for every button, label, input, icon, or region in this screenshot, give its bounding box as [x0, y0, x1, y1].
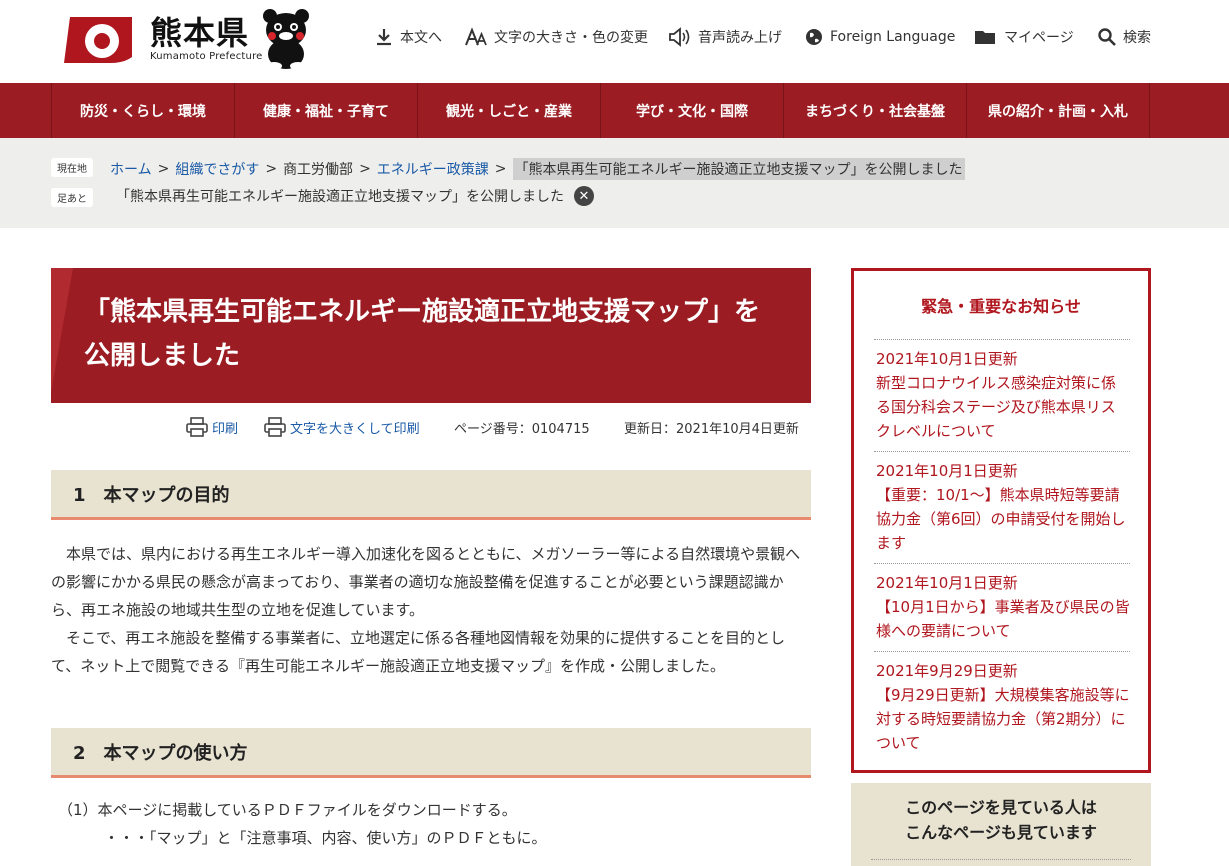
close-icon[interactable]: ✕: [574, 186, 594, 206]
read-aloud-label: 音声読み上げ: [698, 30, 782, 46]
section-heading-purpose: 1 本マップの目的: [51, 470, 811, 520]
kumamon-mascot-icon: [263, 9, 309, 70]
breadcrumb-organization[interactable]: 組織でさがす: [175, 159, 259, 179]
breadcrumb-department: 商工労働部: [283, 162, 354, 178]
nav-item-health-welfare[interactable]: 健康・福祉・子育て: [234, 83, 417, 138]
print-label[interactable]: 印刷: [212, 418, 238, 437]
divider: [871, 859, 1131, 860]
notice-link[interactable]: 【10月1日から】事業者及び県民の皆様への要請について: [876, 595, 1130, 643]
mypage-link[interactable]: マイページ: [974, 26, 1074, 48]
site-header: 熊本県 Kumamoto Prefecture 本文へ 文字の大きさ・色の変更: [0, 0, 1229, 83]
nav-item-tourism-industry[interactable]: 観光・しごと・産業: [417, 83, 600, 138]
notice-item[interactable]: 2021年10月1日更新 新型コロナウイルス感染症対策に係る国分科会ステージ及び…: [874, 339, 1130, 451]
important-notice-box: 緊急・重要なお知らせ 2021年10月1日更新 新型コロナウイルス感染症対策に係…: [851, 268, 1151, 773]
footprint-item[interactable]: 「熊本県再生可能エネルギー施設適正立地支援マップ」を公開しました: [116, 186, 564, 206]
breadcrumb-area: 現在地 ホーム > 組織でさがす > 商工労働部 > エネルギー政策課 > 「熊…: [0, 138, 1229, 228]
notice-date: 2021年10月1日更新: [876, 462, 1018, 480]
section-heading-usage: 2 本マップの使い方: [51, 728, 811, 778]
section-paragraph: そこで、再エネ施設を整備する事業者に、立地選定に係る各種地図情報を効果的に提供す…: [51, 629, 785, 675]
breadcrumb-home[interactable]: ホーム: [110, 159, 152, 179]
skip-to-content-link[interactable]: 本文へ: [374, 26, 442, 48]
current-location-tag: 現在地: [51, 158, 93, 177]
search-label: 検索: [1123, 30, 1151, 46]
page-title: 「熊本県再生可能エネルギー施設適正立地支援マップ」を公開しました: [84, 297, 761, 371]
mypage-label: マイページ: [1004, 30, 1074, 46]
footprint-row: 「熊本県再生可能エネルギー施設適正立地支援マップ」を公開しました ✕: [116, 186, 594, 206]
print-large-link[interactable]: 文字を大きくして印刷: [264, 416, 420, 438]
related-title-line: こんなページも見ています: [905, 823, 1097, 842]
breadcrumb-separator: >: [494, 161, 507, 177]
breadcrumb: ホーム > 組織でさがす > 商工労働部 > エネルギー政策課 > 「熊本県再生…: [110, 158, 965, 180]
nav-item-disaster-life-environment[interactable]: 防災・くらし・環境: [51, 83, 234, 138]
nav-item-prefecture-info[interactable]: 県の紹介・計画・入札: [966, 83, 1150, 138]
breadcrumb-separator: >: [359, 161, 371, 177]
print-link[interactable]: 印刷: [186, 416, 238, 438]
site-logo-subtitle: Kumamoto Prefecture: [150, 51, 263, 62]
nav-item-urban-infrastructure[interactable]: まちづくり・社会基盤: [783, 83, 966, 138]
footprint-tag: 足あと: [51, 188, 93, 207]
foreign-language-label: Foreign Language: [830, 29, 956, 45]
notice-title: 緊急・重要なお知らせ: [921, 297, 1081, 316]
title-stripe-decoration: [51, 268, 73, 403]
folder-icon: [975, 31, 995, 44]
notice-date: 2021年10月1日更新: [876, 350, 1018, 368]
print-large-label[interactable]: 文字を大きくして印刷: [290, 418, 420, 437]
printer-icon: [264, 417, 286, 437]
notice-link[interactable]: 【重要：10/1～】熊本県時短等要請協力金（第6回）の申請受付を開始します: [876, 483, 1130, 555]
nav-item-education-culture[interactable]: 学び・文化・国際: [600, 83, 783, 138]
skip-to-content-label: 本文へ: [400, 30, 442, 46]
notice-link[interactable]: 【9月29日更新】大規模集客施設等に対する時短要請協力金（第2期分）について: [876, 683, 1130, 755]
breadcrumb-section[interactable]: エネルギー政策課: [377, 159, 489, 179]
globe-icon: [806, 29, 822, 45]
page-number: ページ番号：0104715: [454, 421, 590, 437]
notice-link[interactable]: 新型コロナウイルス感染症対策に係る国分科会ステージ及び熊本県リスクレベルについて: [876, 371, 1130, 443]
notice-item[interactable]: 2021年10月1日更新 【重要：10/1～】熊本県時短等要請協力金（第6回）の…: [874, 451, 1130, 563]
search-icon: [1098, 28, 1116, 46]
notice-date: 2021年10月1日更新: [876, 574, 1018, 592]
page-title-box: 「熊本県再生可能エネルギー施設適正立地支援マップ」を公開しました: [51, 268, 811, 403]
related-title-line: このページを見ている人は: [905, 798, 1097, 817]
related-pages-title: このページを見ている人は こんなページも見ています: [851, 795, 1151, 845]
breadcrumb-separator: >: [157, 161, 170, 177]
section-paragraph: （1）本ページに掲載しているＰＤＦファイルをダウンロードする。: [58, 801, 517, 819]
text-size-icon: [465, 27, 487, 46]
printer-icon: [186, 417, 208, 437]
read-aloud-link[interactable]: 音声読み上げ: [668, 26, 782, 48]
related-pages-box: このページを見ている人は こんなページも見ています: [851, 783, 1151, 866]
updated-date: 更新日：2021年10月4日更新: [624, 421, 799, 437]
notice-item[interactable]: 2021年10月1日更新 【10月1日から】事業者及び県民の皆様への要請について: [874, 563, 1130, 651]
notice-item[interactable]: 2021年9月29日更新 【9月29日更新】大規模集客施設等に対する時短要請協力…: [874, 651, 1130, 763]
notice-list: 2021年10月1日更新 新型コロナウイルス感染症対策に係る国分科会ステージ及び…: [874, 339, 1130, 763]
foreign-language-link[interactable]: Foreign Language: [804, 26, 955, 48]
notice-date: 2021年9月29日更新: [876, 662, 1018, 680]
breadcrumb-current: 「熊本県再生可能エネルギー施設適正立地支援マップ」を公開しました: [512, 158, 965, 180]
prefecture-logo-icon[interactable]: [64, 13, 132, 63]
site-logo-text[interactable]: 熊本県: [150, 8, 249, 54]
search-link[interactable]: 検索: [1097, 26, 1151, 48]
text-size-color-link[interactable]: 文字の大きさ・色の変更: [464, 26, 648, 48]
section-paragraph: ・・・「マップ」と「注意事項、内容、使い方」のＰＤＦともに。: [104, 829, 547, 847]
section-paragraph: 本県では、県内における再生エネルギー導入加速化を図るとともに、メガソーラー等によ…: [51, 545, 801, 619]
breadcrumb-separator: >: [265, 161, 278, 177]
speaker-icon: [669, 27, 690, 47]
global-navigation: 防災・くらし・環境 健康・福祉・子育て 観光・しごと・産業 学び・文化・国際 ま…: [0, 83, 1229, 138]
text-size-color-label: 文字の大きさ・色の変更: [494, 30, 648, 46]
download-arrow-icon: [377, 29, 391, 46]
